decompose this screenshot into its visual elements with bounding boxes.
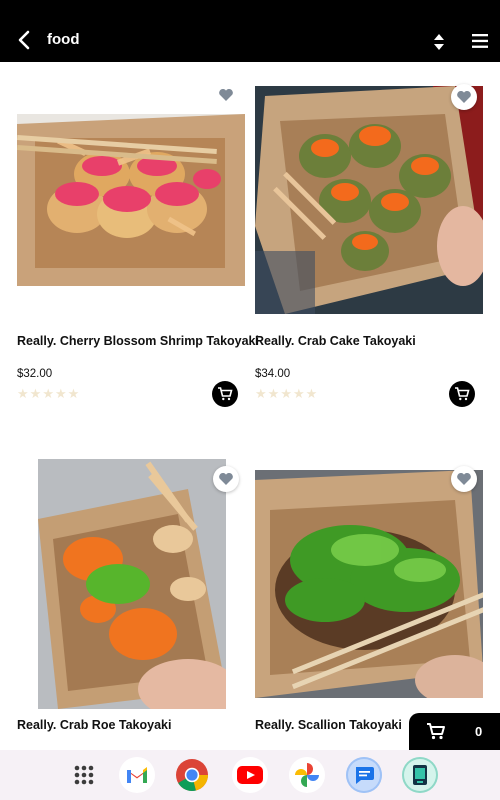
star-icon: ★ bbox=[292, 387, 305, 402]
star-icon: ★ bbox=[29, 387, 42, 402]
top-app-bar: food bbox=[0, 0, 500, 62]
star-icon: ★ bbox=[255, 387, 267, 402]
star-icon: ★ bbox=[67, 387, 80, 402]
cart-icon bbox=[427, 723, 445, 740]
page-title: food bbox=[47, 31, 80, 48]
app-grid-icon[interactable] bbox=[66, 757, 102, 793]
hamburger-menu-icon[interactable] bbox=[470, 32, 490, 50]
product-name[interactable]: Really. Crab Cake Takoyaki bbox=[255, 334, 416, 348]
cart-icon bbox=[218, 387, 233, 401]
product-image[interactable] bbox=[255, 470, 483, 698]
messages-icon[interactable] bbox=[346, 757, 382, 793]
star-icon: ★ bbox=[280, 387, 292, 402]
favorite-heart-icon[interactable] bbox=[213, 466, 239, 492]
favorite-heart-icon[interactable] bbox=[451, 466, 477, 492]
rating-stars: ★ ★ ★ ★ ★ bbox=[255, 388, 317, 401]
favorite-heart-icon[interactable] bbox=[451, 84, 477, 110]
floating-cart-button[interactable]: 0 bbox=[409, 713, 500, 750]
product-image[interactable] bbox=[255, 86, 483, 314]
gmail-icon[interactable] bbox=[119, 757, 155, 793]
product-price: $34.00 bbox=[255, 368, 291, 380]
system-dock bbox=[0, 750, 500, 800]
app-icon[interactable] bbox=[402, 757, 438, 793]
add-to-cart-button[interactable] bbox=[449, 381, 475, 407]
app-screen: food Really. Cherry Blossom Shrimp Takoy… bbox=[0, 0, 500, 800]
star-icon: ★ bbox=[17, 387, 29, 402]
product-image[interactable] bbox=[38, 459, 226, 709]
product-image[interactable] bbox=[17, 114, 245, 286]
cart-icon bbox=[455, 387, 470, 401]
back-arrow-icon[interactable] bbox=[12, 28, 36, 52]
product-price: $32.00 bbox=[17, 368, 53, 380]
product-name[interactable]: Really. Crab Roe Takoyaki bbox=[17, 718, 171, 732]
rating-stars: ★ ★ ★ ★ ★ bbox=[17, 388, 79, 401]
star-icon: ★ bbox=[42, 387, 54, 402]
star-icon: ★ bbox=[267, 387, 280, 402]
favorite-heart-icon[interactable] bbox=[213, 82, 239, 108]
star-icon: ★ bbox=[54, 387, 67, 402]
cart-count-badge: 0 bbox=[475, 724, 483, 739]
add-to-cart-button[interactable] bbox=[212, 381, 238, 407]
star-icon: ★ bbox=[305, 387, 318, 402]
youtube-icon[interactable] bbox=[232, 757, 268, 793]
product-name[interactable]: Really. Cherry Blossom Shrimp Takoyaki bbox=[17, 334, 259, 348]
product-name[interactable]: Really. Scallion Takoyaki bbox=[255, 718, 402, 732]
chrome-icon[interactable] bbox=[174, 757, 210, 793]
sort-icon[interactable] bbox=[430, 32, 448, 52]
photos-icon[interactable] bbox=[289, 757, 325, 793]
